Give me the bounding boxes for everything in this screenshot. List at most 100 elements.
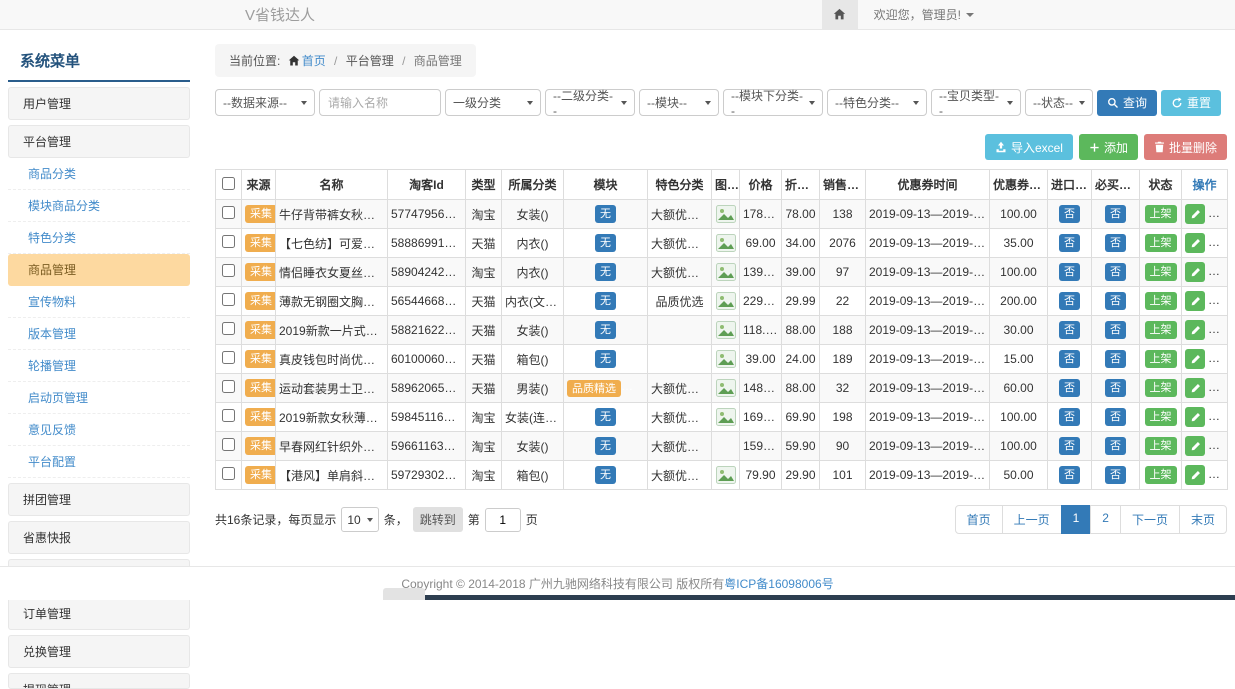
imported-toggle[interactable]: 否 [1059,379,1080,396]
imported-toggle[interactable]: 否 [1059,466,1080,483]
icp-link[interactable]: 粤ICP备16098006号 [724,575,833,592]
page-button[interactable]: 下一页 [1120,505,1180,534]
imported-toggle[interactable]: 否 [1059,234,1080,251]
sidebar-item[interactable]: 启动页管理 [8,382,190,414]
name-search-input[interactable] [319,89,441,116]
filter-select[interactable]: --宝贝类型-- [931,89,1021,116]
edit-button[interactable] [1185,320,1205,340]
page-button[interactable]: 2 [1090,505,1121,534]
page-number-input[interactable] [485,508,521,532]
row-checkbox[interactable] [222,467,235,480]
edit-button[interactable] [1185,204,1205,224]
status-badge[interactable]: 上架 [1145,408,1177,425]
sidebar-item[interactable]: 特色分类 [8,222,190,254]
reset-button[interactable]: 重置 [1161,90,1221,116]
page-button[interactable]: 上一页 [1002,505,1062,534]
edit-button[interactable] [1185,436,1205,456]
edit-button[interactable] [1185,291,1205,311]
filter-select-value: --状态-- [1033,94,1073,111]
edit-button[interactable] [1185,378,1205,398]
must-buy-toggle[interactable]: 否 [1105,292,1126,309]
must-buy-toggle[interactable]: 否 [1105,350,1126,367]
row-checkbox[interactable] [222,409,235,422]
must-buy-toggle[interactable]: 否 [1105,234,1126,251]
status-badge[interactable]: 上架 [1145,321,1177,338]
must-buy-toggle[interactable]: 否 [1105,466,1126,483]
must-buy-toggle[interactable]: 否 [1105,379,1126,396]
status-badge[interactable]: 上架 [1145,263,1177,280]
status-badge[interactable]: 上架 [1145,234,1177,251]
row-checkbox[interactable] [222,293,235,306]
imported-toggle[interactable]: 否 [1059,437,1080,454]
module-badge: 无 [595,292,616,309]
edit-button[interactable] [1185,407,1205,427]
imported-toggle[interactable]: 否 [1059,408,1080,425]
row-checkbox[interactable] [222,206,235,219]
sidebar-item[interactable]: 意见反馈 [8,414,190,446]
must-buy-toggle[interactable]: 否 [1105,263,1126,280]
page-button[interactable]: 首页 [955,505,1003,534]
sidebar-item[interactable]: 提现管理 [8,673,190,689]
edit-button[interactable] [1185,233,1205,253]
imported-toggle[interactable]: 否 [1059,205,1080,222]
row-checkbox[interactable] [222,235,235,248]
filter-select[interactable]: --数据来源-- [215,89,315,116]
batch-delete-button[interactable]: 批量删除 [1144,134,1227,160]
sidebar-item[interactable]: 商品管理 [8,254,190,286]
sidebar-item[interactable]: 平台管理 [8,125,190,158]
page-button[interactable]: 1 [1061,505,1092,534]
taoke-id-cell: 577479560965 [388,200,466,229]
sidebar-item[interactable]: 版本管理 [8,318,190,350]
filter-select[interactable]: --特色分类-- [827,89,927,116]
imported-toggle[interactable]: 否 [1059,321,1080,338]
filter-select[interactable]: 一级分类 [445,89,541,116]
sidebar-item[interactable]: 模块商品分类 [8,190,190,222]
sidebar-item[interactable]: 商品分类 [8,158,190,190]
row-checkbox[interactable] [222,351,235,364]
edit-button[interactable] [1185,262,1205,282]
filter-select[interactable]: --模块下分类-- [723,89,823,116]
row-checkbox[interactable] [222,264,235,277]
page-button[interactable]: 末页 [1179,505,1227,534]
search-button[interactable]: 查询 [1097,90,1157,116]
row-checkbox[interactable] [222,438,235,451]
sidebar-item[interactable]: 宣传物料 [8,286,190,318]
select-all-checkbox[interactable] [222,177,235,190]
must-buy-toggle[interactable]: 否 [1105,408,1126,425]
imported-toggle[interactable]: 否 [1059,350,1080,367]
filter-select[interactable]: --模块-- [639,89,719,116]
sidebar-item[interactable]: 用户管理 [8,87,190,120]
filter-select[interactable]: --二级分类-- [545,89,635,116]
sidebar-item[interactable]: 订单管理 [8,597,190,630]
imported-toggle[interactable]: 否 [1059,292,1080,309]
status-badge[interactable]: 上架 [1145,466,1177,483]
edit-button[interactable] [1185,349,1205,369]
home-button[interactable] [822,0,858,29]
coupon-amount-cell: 100.00 [990,403,1048,432]
jump-button[interactable]: 跳转到 [413,507,463,532]
sidebar-item[interactable]: 轮播管理 [8,350,190,382]
discount-price-cell: 78.00 [782,200,820,229]
import-excel-button[interactable]: 导入excel [985,134,1073,160]
row-checkbox[interactable] [222,380,235,393]
edit-button[interactable] [1185,465,1205,485]
status-badge[interactable]: 上架 [1145,205,1177,222]
row-checkbox[interactable] [222,322,235,335]
filter-select[interactable]: --状态-- [1025,89,1093,116]
must-buy-toggle[interactable]: 否 [1105,205,1126,222]
sidebar-item[interactable]: 兑换管理 [8,635,190,668]
per-page-select[interactable]: 10 [341,507,378,532]
status-badge[interactable]: 上架 [1145,350,1177,367]
status-badge[interactable]: 上架 [1145,379,1177,396]
sidebar-item[interactable]: 平台配置 [8,446,190,478]
breadcrumb-home-link[interactable]: 首页 [302,54,326,68]
user-menu[interactable]: 欢迎您，管理员! [858,6,990,23]
sidebar-item[interactable]: 拼团管理 [8,483,190,516]
must-buy-toggle[interactable]: 否 [1105,321,1126,338]
status-badge[interactable]: 上架 [1145,292,1177,309]
sidebar-item[interactable]: 省惠快报 [8,521,190,554]
add-button[interactable]: 添加 [1079,134,1138,160]
must-buy-toggle[interactable]: 否 [1105,437,1126,454]
status-badge[interactable]: 上架 [1145,437,1177,454]
imported-toggle[interactable]: 否 [1059,263,1080,280]
